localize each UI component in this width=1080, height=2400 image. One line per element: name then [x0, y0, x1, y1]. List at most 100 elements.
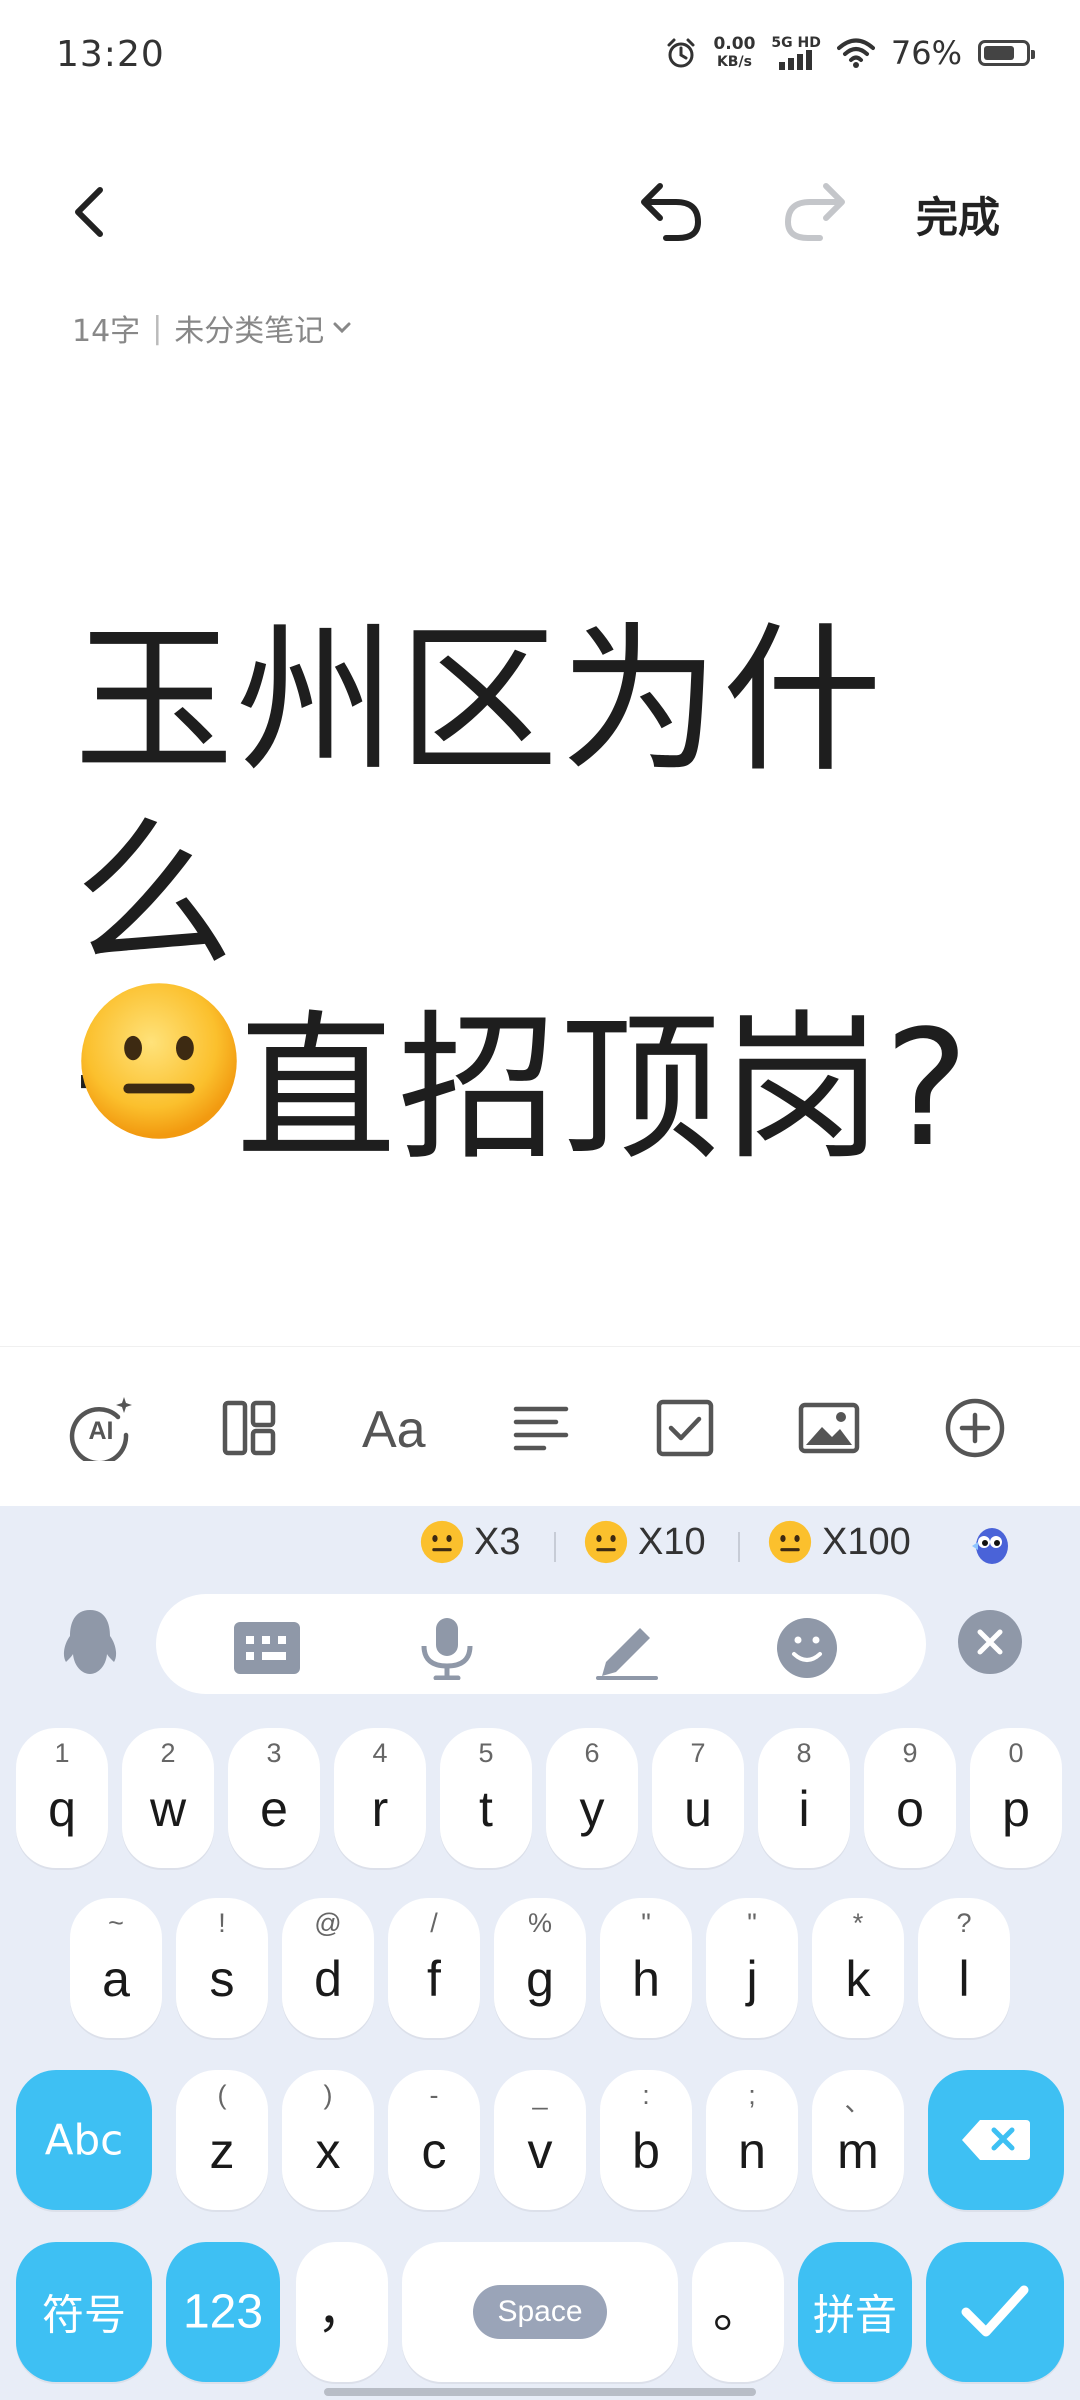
key-letter: e — [260, 1781, 288, 1837]
key-hint: " — [641, 1908, 651, 1938]
key-hint: 6 — [584, 1738, 600, 1768]
divider — [554, 1532, 556, 1562]
align-icon[interactable] — [508, 1395, 574, 1461]
checkbox-icon[interactable] — [652, 1395, 718, 1461]
key-letter: b — [632, 2123, 660, 2179]
suggestion-x10[interactable]: X10 — [584, 1520, 706, 1564]
space-key[interactable]: Space — [402, 2242, 678, 2382]
key-letter: y — [579, 1781, 605, 1837]
add-icon[interactable] — [942, 1395, 1008, 1461]
keyboard-icon[interactable] — [232, 1616, 302, 1680]
key-hint: : — [642, 2080, 650, 2110]
battery-fill — [984, 46, 1015, 60]
key-n[interactable]: ; n — [706, 2070, 798, 2210]
key-hint: 、 — [844, 2087, 872, 2117]
note-meta: 14字 | 未分类笔记 — [72, 306, 354, 350]
abc-key[interactable]: Abc — [16, 2070, 152, 2210]
suggestion-x100[interactable]: X100 — [768, 1520, 911, 1564]
key-g[interactable]: % g — [494, 1898, 586, 2038]
key-v[interactable]: _ v — [494, 2070, 586, 2210]
key-hint: ~ — [108, 1908, 124, 1938]
key-l[interactable]: ? l — [918, 1898, 1010, 2038]
wifi-icon — [836, 38, 875, 68]
key-letter: z — [209, 2123, 235, 2179]
key-letter: l — [958, 1951, 970, 2007]
pinyin-key[interactable]: 拼音 — [798, 2242, 912, 2382]
key-hint: _ — [532, 2080, 548, 2110]
emoji-suggestion-row: X3 X10 X100 — [0, 1506, 1080, 1582]
redo-icon[interactable] — [778, 178, 850, 244]
key-a[interactable]: ~ a — [70, 1898, 162, 2038]
key-z[interactable]: (z — [176, 2070, 268, 2210]
key-u[interactable]: 7u — [652, 1728, 744, 1868]
divider — [738, 1532, 740, 1562]
number-key[interactable]: 123 — [166, 2242, 280, 2382]
key-letter: t — [479, 1781, 493, 1837]
key-k[interactable]: * k — [812, 1898, 904, 2038]
font-icon[interactable]: Aa — [360, 1395, 440, 1461]
key-hint: ; — [748, 2080, 756, 2110]
layout-icon[interactable] — [216, 1395, 282, 1461]
tool-pill — [156, 1594, 926, 1694]
pen-icon[interactable] — [592, 1616, 662, 1680]
key-e[interactable]: 3e — [228, 1728, 320, 1868]
key-letter: f — [427, 1951, 441, 2007]
key-letter: m — [837, 2123, 879, 2179]
key-y[interactable]: 6y — [546, 1728, 638, 1868]
back-arrow-icon[interactable] — [62, 182, 122, 242]
key-q[interactable]: 1q — [16, 1728, 108, 1868]
net-speed-unit: KB/s — [716, 54, 752, 70]
key-hint: - — [429, 2080, 439, 2110]
key-letter: p — [1002, 1781, 1030, 1837]
key-hint: * — [852, 1908, 864, 1938]
home-indicator[interactable] — [324, 2388, 756, 2396]
assistant-bird-icon[interactable] — [966, 1520, 1014, 1568]
key-b[interactable]: :b — [600, 2070, 692, 2210]
key-letter: q — [48, 1781, 76, 1837]
key-m[interactable]: 、 m — [812, 2070, 904, 2210]
image-icon[interactable] — [796, 1395, 862, 1461]
key-hint: ) — [323, 2080, 333, 2110]
category-label: 未分类笔记 — [174, 314, 325, 349]
suggestion-x3[interactable]: X3 — [420, 1520, 520, 1564]
category-selector[interactable]: 未分类笔记 — [174, 306, 354, 350]
key-letter: h — [632, 1951, 660, 2007]
period-key[interactable]: 。 — [692, 2242, 784, 2382]
close-icon[interactable] — [956, 1608, 1024, 1676]
key-s[interactable]: ! s — [176, 1898, 268, 2038]
soft-keyboard: X3 X10 X100 1 q 2 w 3 e 4 r 5 t 6 y 7 u … — [0, 1506, 1080, 2400]
key-label: 。 — [713, 2282, 763, 2338]
key-h[interactable]: " h — [600, 1898, 692, 2038]
done-button[interactable]: 完成 — [916, 184, 1000, 245]
key-x[interactable]: ) x — [282, 2070, 374, 2210]
key-hint: 8 — [796, 1738, 812, 1768]
key-letter: i — [798, 1781, 810, 1837]
battery-percent: 76% — [890, 34, 962, 72]
battery-icon — [978, 40, 1035, 66]
key-w[interactable]: 2w — [122, 1728, 214, 1868]
key-o[interactable]: 9o — [864, 1728, 956, 1868]
backspace-key[interactable] — [928, 2070, 1064, 2210]
mic-icon[interactable] — [412, 1616, 482, 1680]
key-c[interactable]: -c — [388, 2070, 480, 2210]
penguin-icon[interactable] — [58, 1606, 122, 1680]
enter-key[interactable] — [926, 2242, 1064, 2382]
undo-icon[interactable] — [636, 178, 708, 244]
suggestion-label: X10 — [638, 1520, 706, 1563]
key-r[interactable]: 4r — [334, 1728, 426, 1868]
key-t[interactable]: 5t — [440, 1728, 532, 1868]
alarm-icon — [667, 38, 695, 68]
key-i[interactable]: 8i — [758, 1728, 850, 1868]
word-count: 14字 — [72, 314, 141, 349]
ai-icon[interactable]: AI — [68, 1395, 134, 1461]
key-f[interactable]: / f — [388, 1898, 480, 2038]
symbol-key[interactable]: 符号 — [16, 2242, 152, 2382]
cell-signal: 5G HD — [771, 36, 821, 70]
comma-key[interactable]: ， — [296, 2242, 388, 2382]
key-d[interactable]: @ d — [282, 1898, 374, 2038]
key-p[interactable]: 0p — [970, 1728, 1062, 1868]
neutral-face-emoji — [81, 983, 237, 1139]
smile-icon[interactable] — [772, 1616, 842, 1680]
key-letter: c — [421, 2123, 447, 2179]
key-j[interactable]: " j — [706, 1898, 798, 2038]
